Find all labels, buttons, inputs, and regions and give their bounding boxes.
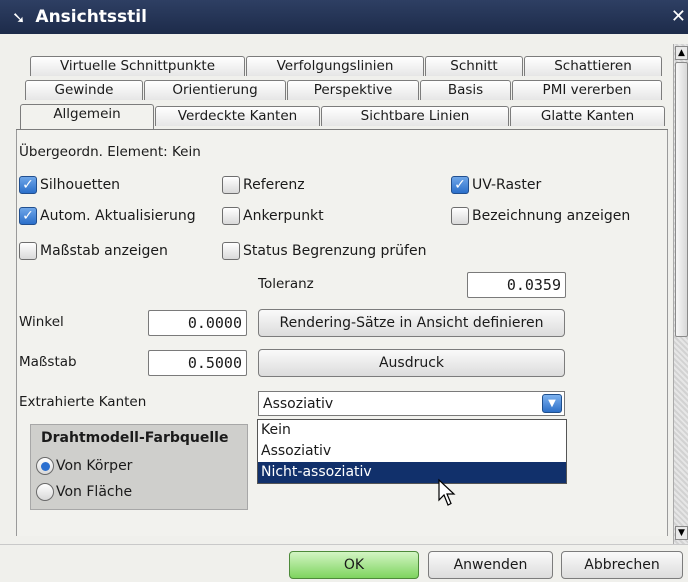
dropdown-option-nicht-assoziativ[interactable]: Nicht-assoziativ (258, 462, 566, 483)
von-koerper-label: Von Körper (56, 458, 133, 474)
referenz-checkbox[interactable]: Referenz (222, 176, 305, 194)
ausdruck-button[interactable]: Ausdruck (258, 349, 565, 377)
uv-raster-label: UV-Raster (472, 177, 542, 193)
mouse-cursor-icon (438, 478, 456, 506)
extrahierte-kanten-select[interactable]: Assoziativ ▼ (258, 391, 565, 416)
dropdown-option-kein[interactable]: Kein (258, 420, 566, 441)
drahtmodell-title: Drahtmodell-Farbquelle (41, 430, 229, 446)
tab-glatte-kanten[interactable]: Glatte Kanten (510, 106, 665, 126)
checkbox-unchecked-icon[interactable] (19, 242, 37, 260)
checkbox-checked-icon[interactable] (451, 176, 469, 194)
rendering-saetze-button[interactable]: Rendering-Sätze in Ansicht definieren (258, 309, 565, 337)
checkbox-unchecked-icon[interactable] (222, 242, 240, 260)
select-value: Assoziativ (263, 396, 334, 412)
radio-selected-icon[interactable] (36, 457, 54, 475)
scrollbar-thumb[interactable] (675, 62, 688, 337)
status-begrenzung-checkbox[interactable]: Status Begrenzung prüfen (222, 242, 426, 260)
tab-verfolgungslinien[interactable]: Verfolgungslinien (246, 56, 424, 76)
anwenden-button[interactable]: Anwenden (428, 551, 553, 579)
toleranz-input[interactable]: 0.0359 (467, 272, 566, 298)
checkbox-checked-icon[interactable] (19, 207, 37, 225)
autom-aktualisierung-label: Autom. Aktualisierung (40, 208, 196, 224)
checkbox-unchecked-icon[interactable] (222, 207, 240, 225)
checkbox-unchecked-icon[interactable] (451, 207, 469, 225)
von-flaeche-label: Von Fläche (56, 484, 133, 500)
drahtmodell-farbquelle-group: Drahtmodell-Farbquelle Von Körper Von Fl… (30, 424, 248, 510)
referenz-label: Referenz (243, 177, 305, 193)
tab-verdeckte-kanten[interactable]: Verdeckte Kanten (155, 106, 320, 126)
bezeichnung-anzeigen-checkbox[interactable]: Bezeichnung anzeigen (451, 207, 630, 225)
von-flaeche-radio[interactable]: Von Fläche (36, 483, 132, 501)
winkel-label: Winkel (19, 314, 64, 330)
autom-aktualisierung-checkbox[interactable]: Autom. Aktualisierung (19, 207, 196, 225)
close-icon[interactable]: ✕ (671, 6, 686, 27)
ok-button[interactable]: OK (289, 551, 419, 579)
ankerpunkt-label: Ankerpunkt (243, 208, 324, 224)
dropdown-option-assoziativ[interactable]: Assoziativ (258, 441, 566, 462)
tab-allgemein[interactable]: Allgemein (20, 104, 154, 129)
bezeichnung-anzeigen-label: Bezeichnung anzeigen (472, 208, 631, 224)
toleranz-label: Toleranz (258, 276, 314, 292)
window-title: Ansichtsstil (35, 7, 147, 27)
tab-gewinde[interactable]: Gewinde (25, 80, 143, 100)
uv-raster-checkbox[interactable]: UV-Raster (451, 176, 541, 194)
massstab-input[interactable]: 0.5000 (148, 350, 247, 376)
massstab-anzeigen-label: Maßstab anzeigen (40, 243, 168, 259)
tab-sichtbare-linien[interactable]: Sichtbare Linien (321, 106, 509, 126)
tab-basis[interactable]: Basis (420, 80, 511, 100)
title-bar: ➘ Ansichtsstil ✕ (0, 0, 688, 34)
scroll-down-icon[interactable]: ▼ (675, 526, 688, 540)
ankerpunkt-checkbox[interactable]: Ankerpunkt (222, 207, 324, 225)
tab-schnitt[interactable]: Schnitt (425, 56, 523, 76)
dialog-icon: ➘ (12, 7, 26, 27)
von-koerper-radio[interactable]: Von Körper (36, 457, 132, 475)
tab-orientierung[interactable]: Orientierung (144, 80, 286, 100)
parent-element-label: Übergeordn. Element: Kein (19, 144, 201, 160)
checkbox-checked-icon[interactable] (19, 176, 37, 194)
massstab-label: Maßstab (19, 354, 77, 370)
tab-schattieren[interactable]: Schattieren (524, 56, 662, 76)
scroll-up-icon[interactable]: ▲ (675, 46, 688, 60)
chevron-down-icon[interactable]: ▼ (542, 394, 562, 413)
radio-unselected-icon[interactable] (36, 483, 54, 501)
tab-pmi-vererben[interactable]: PMI vererben (512, 80, 662, 100)
tab-perspektive[interactable]: Perspektive (287, 80, 419, 100)
abbrechen-button[interactable]: Abbrechen (561, 551, 683, 579)
checkbox-unchecked-icon[interactable] (222, 176, 240, 194)
status-begrenzung-label: Status Begrenzung prüfen (243, 243, 427, 259)
extrahierte-kanten-dropdown: Kein Assoziativ Nicht-assoziativ (257, 419, 567, 484)
tab-virtuelle-schnittpunkte[interactable]: Virtuelle Schnittpunkte (30, 56, 245, 76)
silhouetten-label: Silhouetten (40, 177, 121, 193)
winkel-input[interactable]: 0.0000 (148, 310, 247, 336)
silhouetten-checkbox[interactable]: Silhouetten (19, 176, 120, 194)
massstab-anzeigen-checkbox[interactable]: Maßstab anzeigen (19, 242, 168, 260)
extrahierte-kanten-label: Extrahierte Kanten (19, 394, 147, 410)
vertical-scrollbar[interactable]: ▲ ▼ (673, 44, 688, 544)
